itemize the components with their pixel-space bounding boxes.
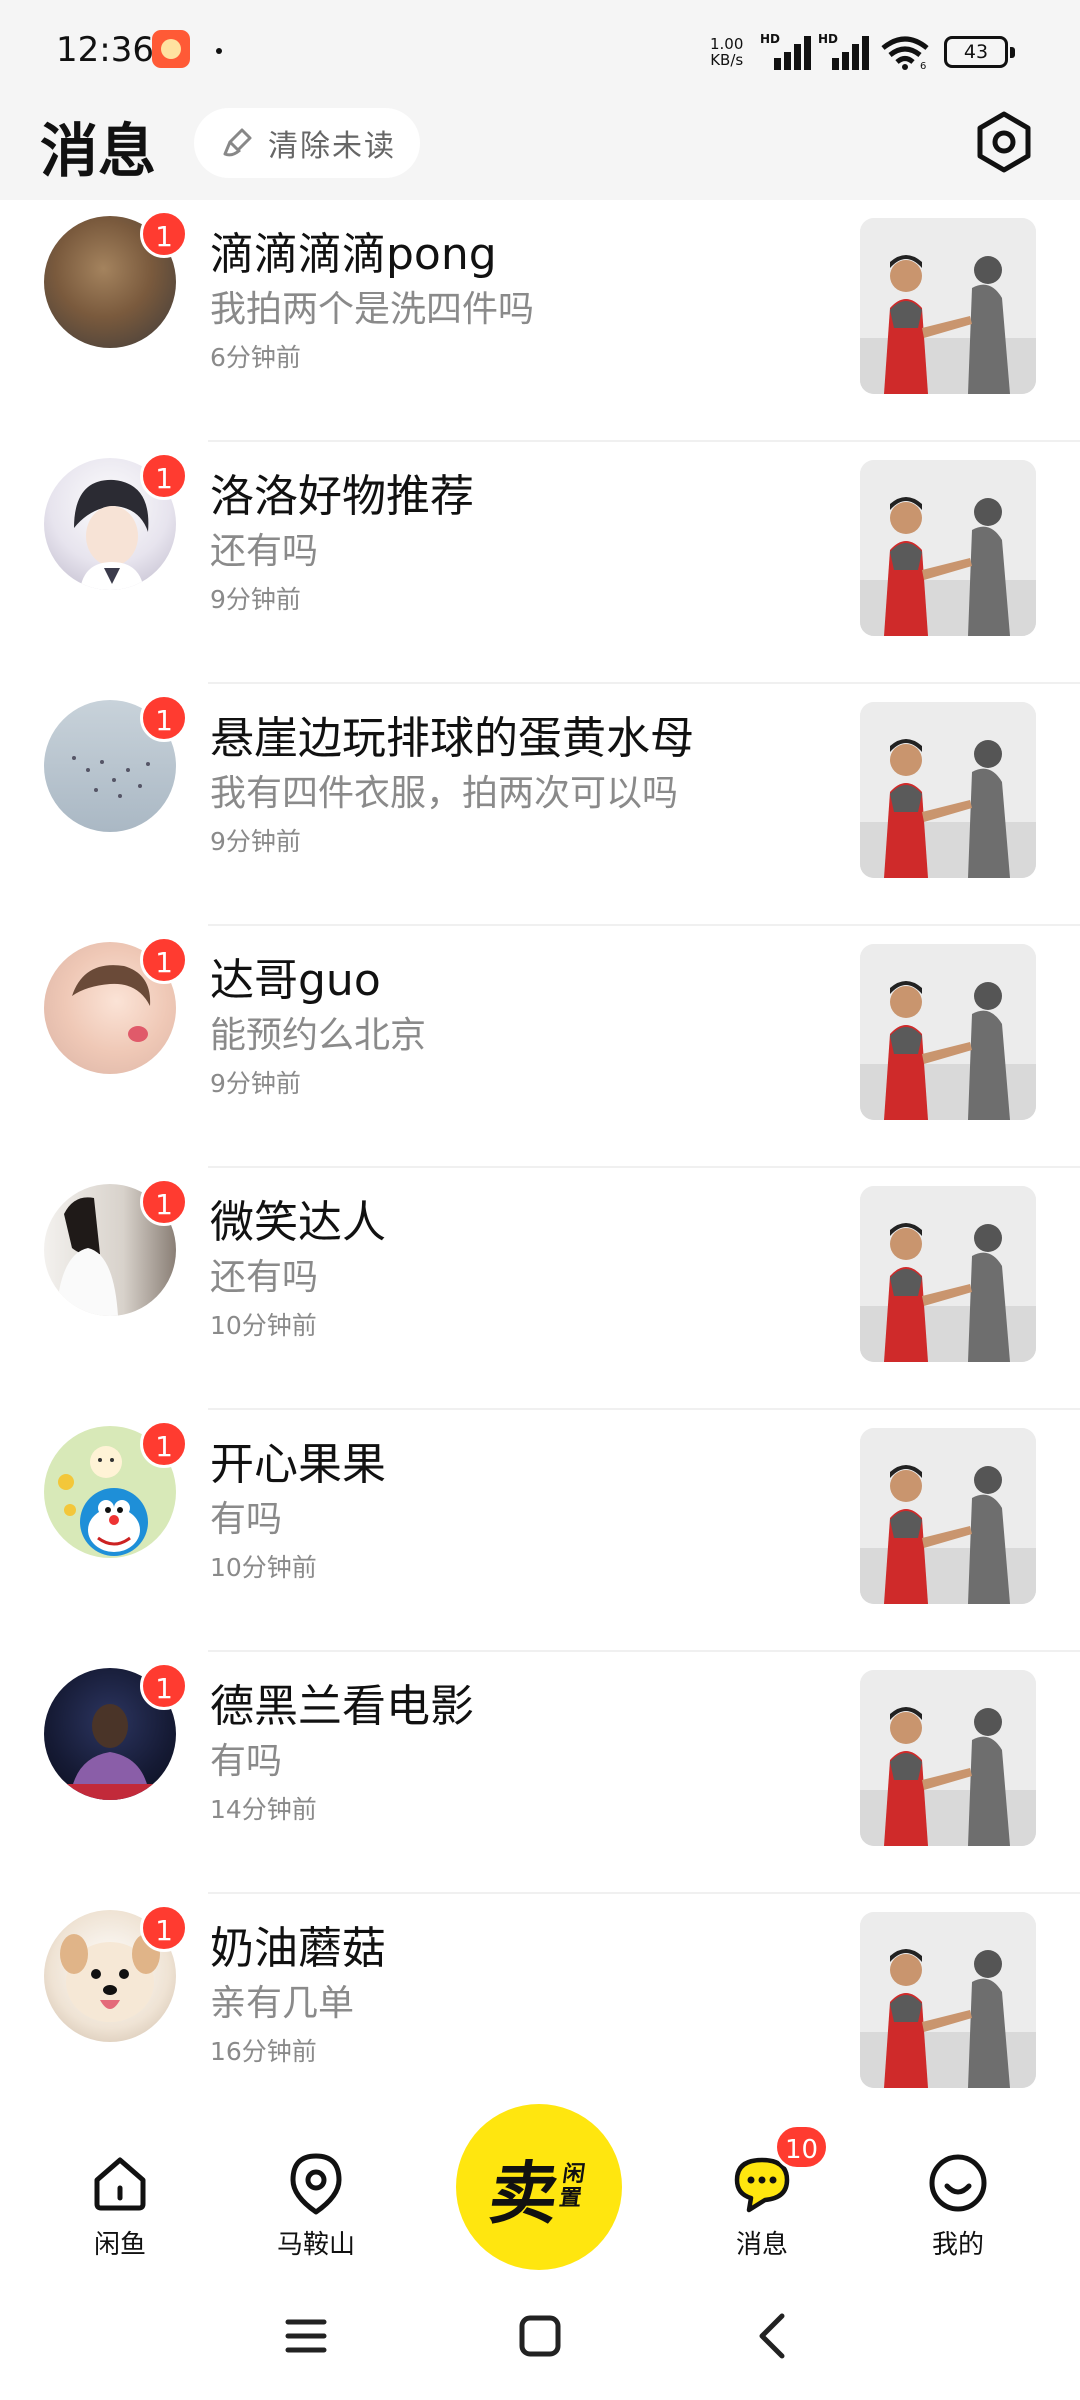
contact-name: 微笑达人 (210, 1197, 386, 1248)
message-preview: 还有吗 (210, 531, 319, 572)
message-time: 14分钟前 (210, 1795, 317, 1824)
unread-badge: 1 (140, 1904, 188, 1952)
item-thumbnail[interactable] (860, 218, 1036, 394)
message-time: 6分钟前 (210, 343, 301, 372)
location-icon (290, 2153, 342, 2215)
nav-nearby-label: 马鞍山 (276, 2230, 355, 2260)
item-thumbnail[interactable] (860, 702, 1036, 878)
product-photo-image (860, 944, 1036, 1120)
nav-messages-label: 消息 (735, 2230, 788, 2260)
contact-name: 达哥guo (210, 955, 381, 1006)
product-photo-image (860, 1670, 1036, 1846)
wifi-icon: 6 (881, 36, 929, 70)
message-row[interactable]: 1 微笑达人 还有吗 10分钟前 (0, 1168, 1080, 1410)
nav-home[interactable]: 闲鱼 (50, 2150, 190, 2261)
page-title: 消息 (40, 117, 157, 185)
home-icon (94, 2157, 146, 2211)
item-thumbnail[interactable] (860, 1670, 1036, 1846)
contact-name: 开心果果 (210, 1439, 386, 1490)
page-header: 消息 清除未读 (0, 100, 1080, 200)
app-notification-icon (152, 30, 190, 68)
item-thumbnail[interactable] (860, 1912, 1036, 2088)
nav-mine-label: 我的 (931, 2230, 984, 2260)
message-row[interactable]: 1 洛洛好物推荐 还有吗 9分钟前 (0, 442, 1080, 684)
product-photo-image (860, 460, 1036, 636)
nav-home-label: 闲鱼 (93, 2230, 146, 2260)
signal-icon-1: HD (760, 32, 812, 70)
unread-badge: 1 (140, 936, 188, 984)
unread-badge: 1 (140, 1662, 188, 1710)
message-row[interactable]: 1 悬崖边玩排球的蛋黄水母 我有四件衣服，拍两次可以吗 9分钟前 (0, 684, 1080, 926)
message-time: 9分钟前 (210, 827, 301, 856)
product-photo-image (860, 702, 1036, 878)
product-photo-image (860, 218, 1036, 394)
contact-name: 悬崖边玩排球的蛋黄水母 (210, 713, 694, 764)
sell-main-label: 卖 (484, 2154, 564, 2234)
message-row[interactable]: 1 开心果果 有吗 10分钟前 (0, 1410, 1080, 1652)
message-list: 1 滴滴滴滴pong 我拍两个是洗四件吗 6分钟前 1 洛洛好物推荐 还有吗 9… (0, 200, 1080, 2120)
signal-icon-2: HD (818, 32, 870, 70)
smile-face-icon (929, 2154, 987, 2212)
message-time: 16分钟前 (210, 2037, 317, 2066)
sell-button[interactable]: 卖 闲置 (456, 2104, 622, 2270)
message-preview: 还有吗 (210, 1257, 319, 1298)
nav-nearby[interactable]: 马鞍山 (246, 2150, 386, 2261)
product-photo-image (860, 1912, 1036, 2088)
item-thumbnail[interactable] (860, 1186, 1036, 1362)
unread-badge: 1 (140, 1420, 188, 1468)
home-square-icon[interactable] (510, 2306, 570, 2366)
message-row[interactable]: 1 德黑兰看电影 有吗 14分钟前 (0, 1652, 1080, 1894)
battery-indicator: 43 (944, 36, 1015, 68)
status-more-dot (216, 48, 222, 54)
message-time: 10分钟前 (210, 1553, 317, 1582)
svg-text:6: 6 (920, 61, 926, 70)
message-preview: 能预约么北京 (210, 1015, 427, 1056)
back-icon[interactable] (744, 2306, 804, 2366)
sell-sub-label: 闲置 (557, 2162, 587, 2211)
system-nav-bar (0, 2270, 1080, 2400)
status-time: 12:36 (56, 30, 154, 70)
message-preview: 我有四件衣服，拍两次可以吗 (210, 773, 679, 814)
clear-unread-label: 清除未读 (268, 129, 396, 164)
message-preview: 我拍两个是洗四件吗 (210, 289, 535, 330)
contact-name: 奶油蘑菇 (210, 1923, 386, 1974)
message-row[interactable]: 1 奶油蘑菇 亲有几单 16分钟前 (0, 1894, 1080, 2120)
product-photo-image (860, 1428, 1036, 1604)
message-row[interactable]: 1 达哥guo 能预约么北京 9分钟前 (0, 926, 1080, 1168)
message-time: 10分钟前 (210, 1311, 317, 1340)
unread-badge: 1 (140, 694, 188, 742)
contact-name: 洛洛好物推荐 (210, 471, 474, 522)
network-speed: 1.00 KB/s (710, 35, 744, 69)
clear-unread-button[interactable]: 清除未读 (194, 108, 420, 178)
contact-name: 滴滴滴滴pong (210, 229, 497, 280)
item-thumbnail[interactable] (860, 944, 1036, 1120)
message-preview: 有吗 (210, 1741, 283, 1782)
unread-badge: 1 (140, 452, 188, 500)
message-preview: 亲有几单 (210, 1983, 355, 2024)
product-photo-image (860, 1186, 1036, 1362)
status-bar: 12:36 1.00 KB/s HD HD 6 43 (0, 0, 1080, 100)
bottom-nav: 闲鱼 马鞍山 卖 闲置 消息 10 我的 (0, 2104, 1080, 2270)
contact-name: 德黑兰看电影 (210, 1681, 474, 1732)
broom-icon (223, 128, 252, 157)
nav-messages[interactable]: 消息 10 (692, 2124, 832, 2261)
settings-icon[interactable] (972, 110, 1036, 174)
message-time: 9分钟前 (210, 585, 301, 614)
item-thumbnail[interactable] (860, 1428, 1036, 1604)
message-preview: 有吗 (210, 1499, 283, 1540)
unread-badge: 1 (140, 1178, 188, 1226)
messages-count-badge: 10 (774, 2124, 830, 2170)
menu-icon[interactable] (276, 2306, 336, 2366)
unread-badge: 1 (140, 210, 188, 258)
message-time: 9分钟前 (210, 1069, 301, 1098)
nav-mine[interactable]: 我的 (888, 2150, 1028, 2261)
item-thumbnail[interactable] (860, 460, 1036, 636)
message-row[interactable]: 1 滴滴滴滴pong 我拍两个是洗四件吗 6分钟前 (0, 200, 1080, 442)
